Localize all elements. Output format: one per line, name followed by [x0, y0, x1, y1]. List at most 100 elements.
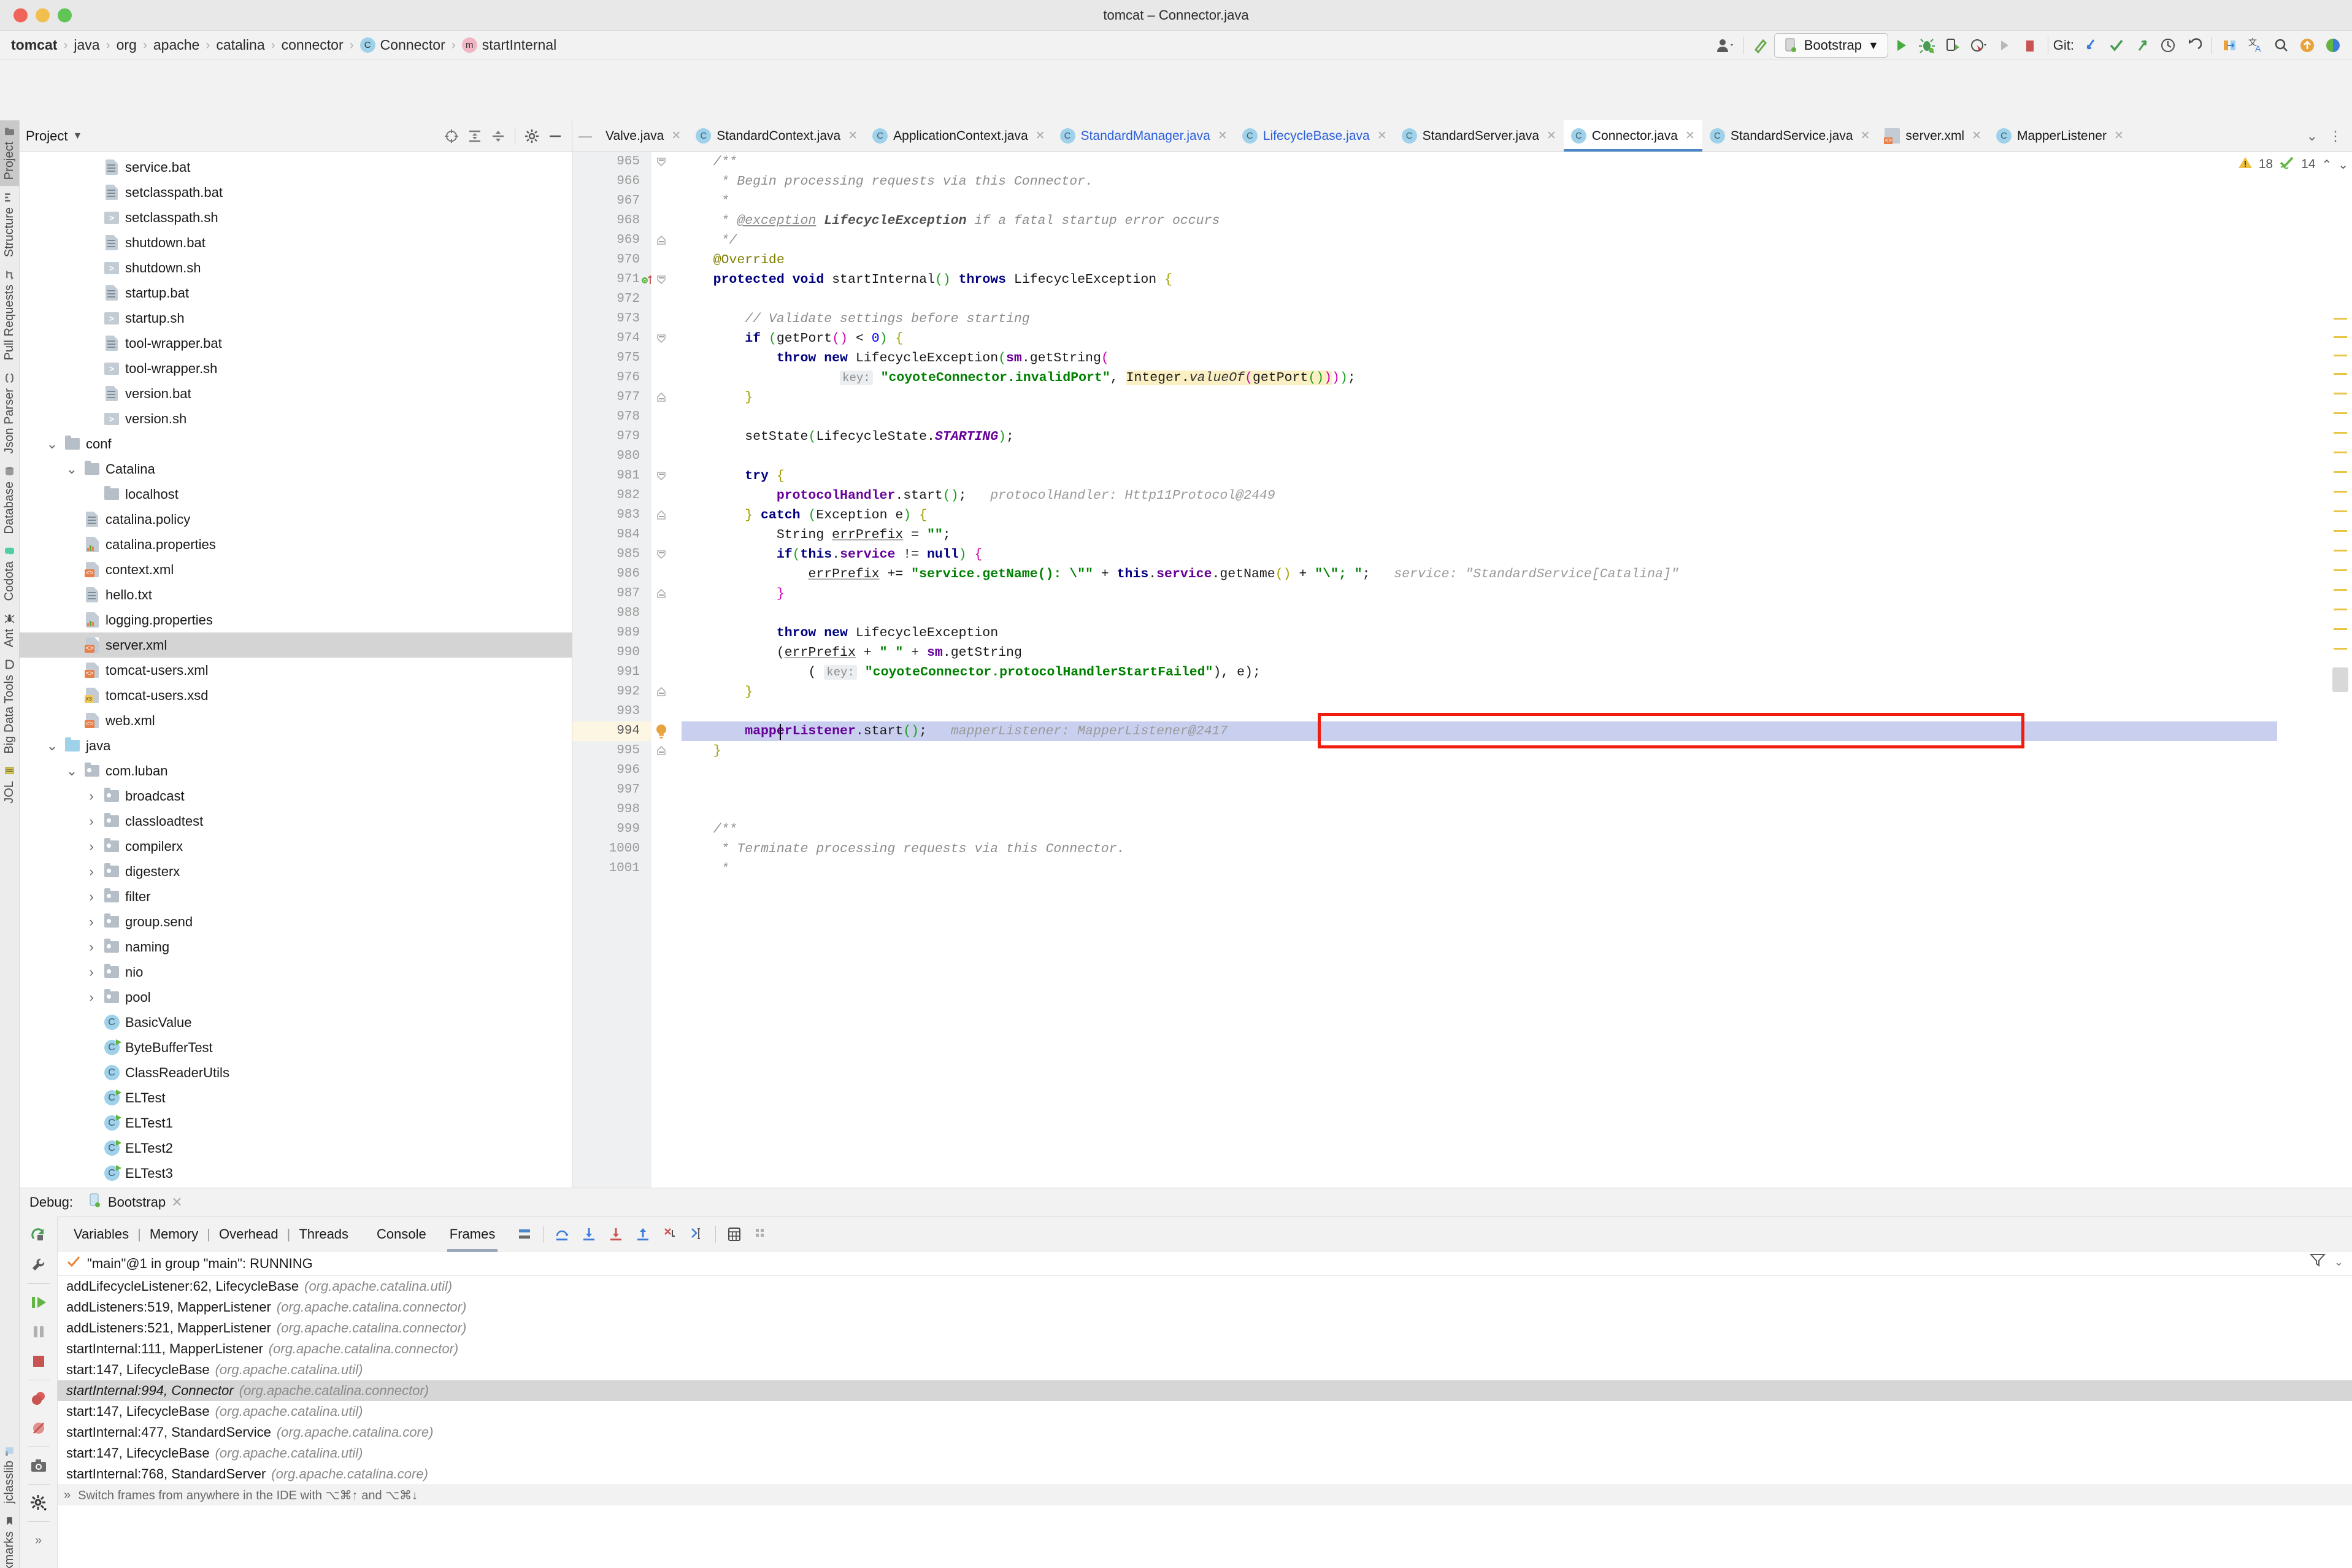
tree-node[interactable]: > shutdown.sh	[20, 255, 572, 280]
attach-profiler-icon[interactable]	[1991, 33, 2017, 58]
code-line[interactable]: throw new LifecycleException	[682, 623, 2277, 643]
inspection-marker[interactable]	[2334, 491, 2347, 493]
code-editor[interactable]: 965 966 967 968 969 970 971 O 972 973 974 975 976 977…	[572, 152, 2352, 1188]
chevron-right-icon[interactable]: ›	[85, 914, 98, 929]
inspection-marker[interactable]	[2334, 550, 2347, 551]
inspection-marker[interactable]	[2334, 452, 2347, 453]
chevron-down-icon[interactable]: ⌄	[2307, 128, 2318, 144]
code-line[interactable]: }	[682, 682, 2277, 702]
code-content[interactable]: /** * Begin processing requests via this…	[682, 152, 2277, 1188]
chevron-right-icon[interactable]: ›	[85, 939, 98, 955]
frame-row[interactable]: start:147, LifecycleBase (org.apache.cata…	[58, 1443, 2352, 1464]
tree-node[interactable]: › digesterx	[20, 859, 572, 884]
close-icon[interactable]: ✕	[1218, 129, 1228, 143]
chevron-down-icon[interactable]: ⌄	[45, 436, 59, 452]
code-line[interactable]: if (getPort() < 0) {	[682, 329, 2277, 348]
expand-strip-icon[interactable]: »	[25, 1526, 53, 1555]
breadcrumb-item[interactable]: org	[114, 37, 139, 53]
debug-tab-threads[interactable]: Threads	[291, 1223, 356, 1246]
mute-breakpoints-button[interactable]	[25, 1414, 53, 1442]
tree-node[interactable]: version.bat	[20, 381, 572, 406]
code-line[interactable]: setState(LifecycleState.STARTING);	[682, 427, 2277, 447]
close-icon[interactable]: ✕	[2114, 129, 2124, 143]
tool-window-json-parser[interactable]: Json Parser	[0, 367, 19, 460]
inspection-marker[interactable]	[2334, 393, 2347, 394]
frame-row[interactable]: start:147, LifecycleBase (org.apache.cata…	[58, 1401, 2352, 1422]
chevron-down-icon[interactable]: ▼	[72, 131, 82, 142]
code-line[interactable]	[682, 780, 2277, 800]
tool-window-ant[interactable]: Ant	[0, 607, 19, 653]
tree-node[interactable]: C ELTest1	[20, 1110, 572, 1136]
run-with-coverage-icon[interactable]	[1940, 33, 1966, 58]
inspection-marker[interactable]	[2334, 373, 2347, 375]
tree-node[interactable]: › broadcast	[20, 783, 572, 809]
code-line[interactable]: }	[682, 584, 2277, 604]
frame-row[interactable]: startInternal:477, StandardService (org.a…	[58, 1422, 2352, 1443]
tree-node[interactable]: setclasspath.bat	[20, 180, 572, 205]
next-problem-icon[interactable]: ⌄	[2338, 157, 2348, 172]
code-line[interactable]: String errPrefix = "";	[682, 525, 2277, 545]
close-icon[interactable]: ✕	[671, 129, 681, 143]
tree-node[interactable]: <> tomcat-users.xml	[20, 658, 572, 683]
chevron-right-icon[interactable]: ›	[85, 964, 98, 980]
breadcrumb-item[interactable]: tomcat	[9, 37, 60, 53]
build-hammer-icon[interactable]	[1748, 33, 1774, 58]
chevron-down-icon[interactable]: ⌄	[65, 763, 79, 778]
thread-status-row[interactable]: "main"@1 in group "main": RUNNING	[58, 1251, 2352, 1276]
pause-program-button[interactable]	[25, 1318, 53, 1346]
editor-tab[interactable]: C Connector.java ✕	[1563, 120, 1702, 152]
more-options-icon[interactable]: ⋮	[2329, 128, 2342, 144]
translate-icon[interactable]: 文A	[2243, 33, 2269, 58]
code-line[interactable]: key: "coyoteConnector.invalidPort", Inte…	[682, 368, 2277, 388]
view-breakpoints-button[interactable]	[25, 1385, 53, 1413]
tree-node[interactable]: hello.txt	[20, 582, 572, 607]
collapse-all-icon[interactable]	[488, 126, 509, 147]
git-revert-icon[interactable]	[2181, 33, 2207, 58]
tree-node[interactable]: › classloadtest	[20, 809, 572, 834]
inspection-marker[interactable]	[2334, 355, 2347, 356]
run-button[interactable]	[1888, 33, 1914, 58]
frame-row[interactable]: start:147, LifecycleBase (org.apache.cata…	[58, 1359, 2352, 1380]
prev-problem-icon[interactable]: ⌃	[2321, 157, 2332, 172]
tool-window-jclasslib[interactable]: jclasslib 10010110	[0, 1439, 19, 1510]
frame-row[interactable]: addListeners:521, MapperListener (org.apa…	[58, 1318, 2352, 1339]
run-configuration-selector[interactable]: Bootstrap ▼	[1774, 33, 1888, 58]
code-line[interactable]: // Validate settings before starting	[682, 309, 2277, 329]
tool-window-codota[interactable]: Codota >_	[0, 540, 19, 607]
tree-node[interactable]: C ELTest3	[20, 1161, 572, 1186]
editor-tab[interactable]: C StandardServer.java ✕	[1394, 120, 1564, 152]
editor-tab[interactable]: C LifecycleBase.java ✕	[1235, 120, 1394, 152]
chevron-down-icon[interactable]: ⌄	[2334, 1256, 2343, 1269]
debug-tab-overhead[interactable]: Overhead	[212, 1223, 286, 1246]
editor-tab[interactable]: C StandardManager.java ✕	[1053, 120, 1235, 152]
tree-node[interactable]: > startup.sh	[20, 306, 572, 331]
code-fold-toggle[interactable]	[655, 588, 667, 604]
code-line[interactable]: @Override	[682, 250, 2277, 270]
close-icon[interactable]: ✕	[848, 129, 858, 143]
tree-node[interactable]: startup.bat	[20, 280, 572, 306]
tree-node[interactable]: <> server.xml	[20, 632, 572, 658]
debug-tab-console[interactable]: Console	[369, 1223, 434, 1246]
show-frames-view-icon[interactable]	[511, 1221, 538, 1248]
inspection-marker[interactable]	[2334, 609, 2347, 610]
tool-window-pull-requests[interactable]: Pull Requests	[0, 263, 19, 366]
editor-tab[interactable]: C ApplicationContext.java ✕	[865, 120, 1052, 152]
tree-node[interactable]: C ELTest	[20, 1085, 572, 1110]
code-fold-toggle[interactable]	[655, 332, 667, 348]
inspection-marker[interactable]	[2334, 628, 2347, 630]
tree-node[interactable]: C ELTest2	[20, 1136, 572, 1161]
tree-node[interactable]: ⌄ com.luban	[20, 758, 572, 783]
maximize-window-button[interactable]	[58, 8, 72, 22]
debug-tab-variables[interactable]: Variables	[66, 1223, 136, 1246]
code-line[interactable]	[682, 702, 2277, 721]
close-window-button[interactable]	[13, 8, 28, 22]
tool-window-big-data-tools[interactable]: Big Data Tools	[0, 653, 19, 760]
code-line[interactable]: }	[682, 741, 2277, 761]
code-line[interactable]: errPrefix += "service.getName(): \"" + t…	[682, 564, 2277, 584]
inspection-marker[interactable]	[2334, 318, 2347, 320]
git-update-icon[interactable]	[2078, 33, 2104, 58]
tool-window-bookmarks[interactable]: Bookmarks	[0, 1510, 19, 1568]
code-line[interactable]	[682, 447, 2277, 466]
step-into-icon[interactable]	[575, 1221, 602, 1248]
debug-controls-strip[interactable]: »	[20, 1216, 58, 1568]
